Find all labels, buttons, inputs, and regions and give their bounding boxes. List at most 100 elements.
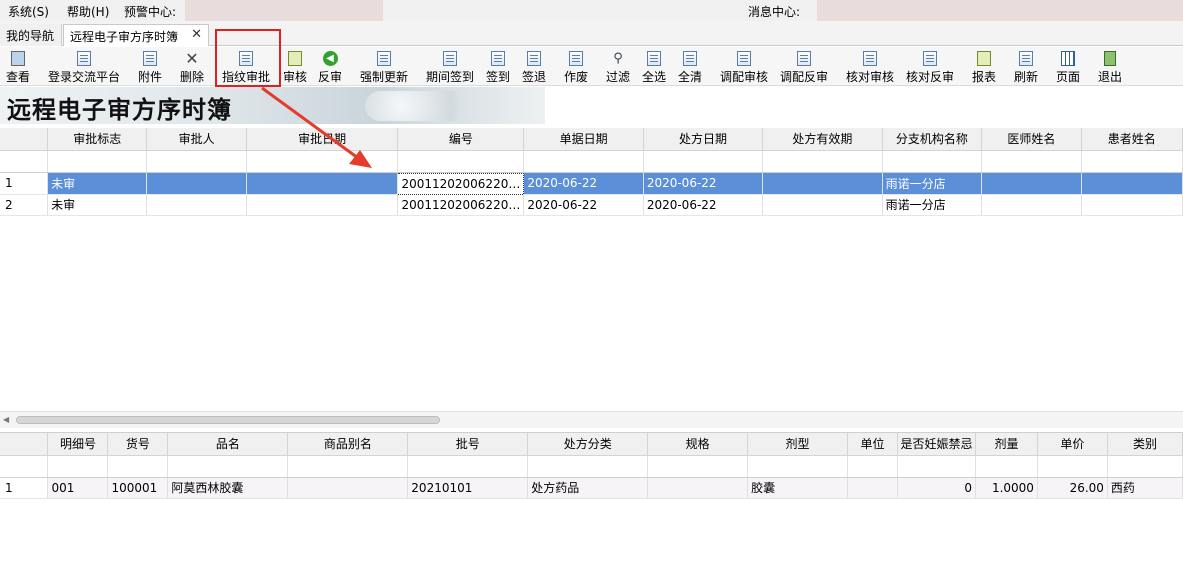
table-cell[interactable]: 未审	[47, 173, 148, 195]
column-header[interactable]: 批号	[407, 433, 529, 456]
filter-cell[interactable]	[643, 150, 764, 173]
table-cell[interactable]: 阿莫西林胶囊	[167, 477, 289, 499]
filter-cell[interactable]	[527, 455, 649, 478]
column-header[interactable]: 处方日期	[643, 128, 764, 151]
tab-remote-prescription[interactable]: 远程电子审方序时簿 ✕	[63, 24, 209, 46]
filter-cell[interactable]	[1081, 150, 1183, 173]
tab-my-navigation[interactable]: 我的导航	[0, 24, 62, 46]
filter-cell[interactable]	[1037, 455, 1108, 478]
delete-button[interactable]: ✕ 删除	[177, 49, 207, 85]
table-cell[interactable]: 0	[897, 477, 976, 499]
table-cell[interactable]: 胶囊	[747, 477, 849, 499]
column-header[interactable]: 审批人	[146, 128, 247, 151]
clear-all-button[interactable]: 全清	[675, 49, 705, 85]
table-cell[interactable]: 2020-06-22	[523, 173, 644, 195]
table-cell[interactable]	[762, 173, 883, 195]
attachment-button[interactable]: 附件	[135, 49, 165, 85]
filter-cell[interactable]	[897, 455, 976, 478]
menu-help[interactable]: 帮助(H)	[67, 3, 109, 20]
column-header[interactable]: 是否妊娠禁忌	[897, 433, 976, 456]
filter-cell[interactable]	[647, 455, 749, 478]
column-header[interactable]: 剂量	[975, 433, 1038, 456]
filter-cell[interactable]	[146, 150, 247, 173]
audit-button[interactable]: 审核	[281, 49, 309, 85]
table-cell[interactable]: 20011202006220…	[397, 194, 525, 216]
column-header[interactable]: 剂型	[747, 433, 849, 456]
table-cell[interactable]	[981, 194, 1082, 216]
filter-cell[interactable]	[975, 455, 1038, 478]
column-header[interactable]: 编号	[397, 128, 525, 151]
table-cell[interactable]	[647, 477, 749, 499]
signin-button[interactable]: 签到	[483, 49, 513, 85]
table-cell[interactable]: 处方药品	[527, 477, 649, 499]
filter-cell[interactable]	[882, 150, 983, 173]
column-header[interactable]: 规格	[647, 433, 749, 456]
table-cell[interactable]: 100001	[107, 477, 169, 499]
table-row[interactable]: 2 未审 20011202006220… 2020-06-22 2020-06-…	[0, 194, 1183, 216]
table-cell[interactable]	[246, 173, 399, 195]
filter-cell[interactable]	[246, 150, 399, 173]
table-cell[interactable]: 雨诺一分店	[882, 194, 983, 216]
signout-button[interactable]: 签退	[519, 49, 549, 85]
filter-cell[interactable]	[981, 150, 1082, 173]
check-unaudit-button[interactable]: 核对反审	[903, 49, 957, 85]
filter-cell[interactable]	[167, 455, 289, 478]
filter-cell[interactable]	[747, 455, 849, 478]
horizontal-scrollbar[interactable]: ◀	[0, 411, 1183, 428]
fingerprint-approve-button[interactable]: 指纹审批	[219, 49, 273, 85]
column-header[interactable]: 处方有效期	[762, 128, 883, 151]
menu-warning-center[interactable]: 预警中心:	[124, 3, 176, 20]
page-button[interactable]: 页面	[1053, 49, 1083, 85]
table-cell[interactable]: 1.0000	[975, 477, 1038, 499]
login-platform-button[interactable]: 登录交流平台	[46, 49, 122, 85]
column-header[interactable]: 类别	[1107, 433, 1183, 456]
column-header[interactable]: 单据日期	[523, 128, 644, 151]
filter-cell[interactable]	[1107, 455, 1183, 478]
filter-cell[interactable]	[47, 150, 148, 173]
close-icon[interactable]: ✕	[191, 27, 202, 42]
column-header[interactable]: 品名	[167, 433, 289, 456]
table-row[interactable]: 1 001 100001 阿莫西林胶囊 20210101 处方药品 胶囊 0 1…	[0, 477, 1183, 499]
filter-cell[interactable]	[762, 150, 883, 173]
filter-cell[interactable]	[407, 455, 529, 478]
table-cell[interactable]	[762, 194, 883, 216]
force-update-button[interactable]: 强制更新	[357, 49, 411, 85]
select-all-button[interactable]: 全选	[639, 49, 669, 85]
menu-system[interactable]: 系统(S)	[8, 3, 49, 20]
column-header[interactable]: 明细号	[47, 433, 109, 456]
table-cell[interactable]	[146, 173, 247, 195]
menu-message-center[interactable]: 消息中心:	[748, 3, 800, 20]
table-cell[interactable]: 26.00	[1037, 477, 1108, 499]
scroll-left-icon[interactable]: ◀	[3, 415, 9, 424]
column-header[interactable]: 单价	[1037, 433, 1108, 456]
report-button[interactable]: 报表	[969, 49, 999, 85]
column-header[interactable]: 分支机构名称	[882, 128, 983, 151]
period-signin-button[interactable]: 期间签到	[423, 49, 477, 85]
scrollbar-thumb[interactable]	[16, 416, 440, 424]
table-cell[interactable]	[981, 173, 1082, 195]
table-cell[interactable]: 未审	[47, 194, 148, 216]
filter-cell[interactable]	[523, 150, 644, 173]
filter-cell[interactable]	[847, 455, 898, 478]
table-cell[interactable]	[287, 477, 409, 499]
filter-cell[interactable]	[47, 455, 109, 478]
table-cell-focused[interactable]: 20011202006220…	[397, 172, 525, 195]
view-button[interactable]: 查看	[3, 49, 33, 85]
column-header[interactable]: 处方分类	[527, 433, 649, 456]
column-header[interactable]: 医师姓名	[981, 128, 1082, 151]
column-header[interactable]: 审批日期	[246, 128, 399, 151]
table-cell[interactable]: 2020-06-22	[643, 173, 764, 195]
filter-button[interactable]: ⚲ 过滤	[603, 49, 633, 85]
column-header[interactable]: 患者姓名	[1081, 128, 1183, 151]
table-cell[interactable]	[1081, 194, 1183, 216]
table-cell[interactable]	[246, 194, 399, 216]
column-header[interactable]: 审批标志	[47, 128, 148, 151]
filter-cell[interactable]	[287, 455, 409, 478]
dispense-audit-button[interactable]: 调配审核	[717, 49, 771, 85]
table-cell[interactable]: 20210101	[407, 477, 529, 499]
table-cell[interactable]: 西药	[1107, 477, 1183, 499]
table-cell[interactable]	[146, 194, 247, 216]
table-cell[interactable]: 雨诺一分店	[882, 173, 983, 195]
table-cell[interactable]: 2020-06-22	[643, 194, 764, 216]
refresh-button[interactable]: 刷新	[1011, 49, 1041, 85]
